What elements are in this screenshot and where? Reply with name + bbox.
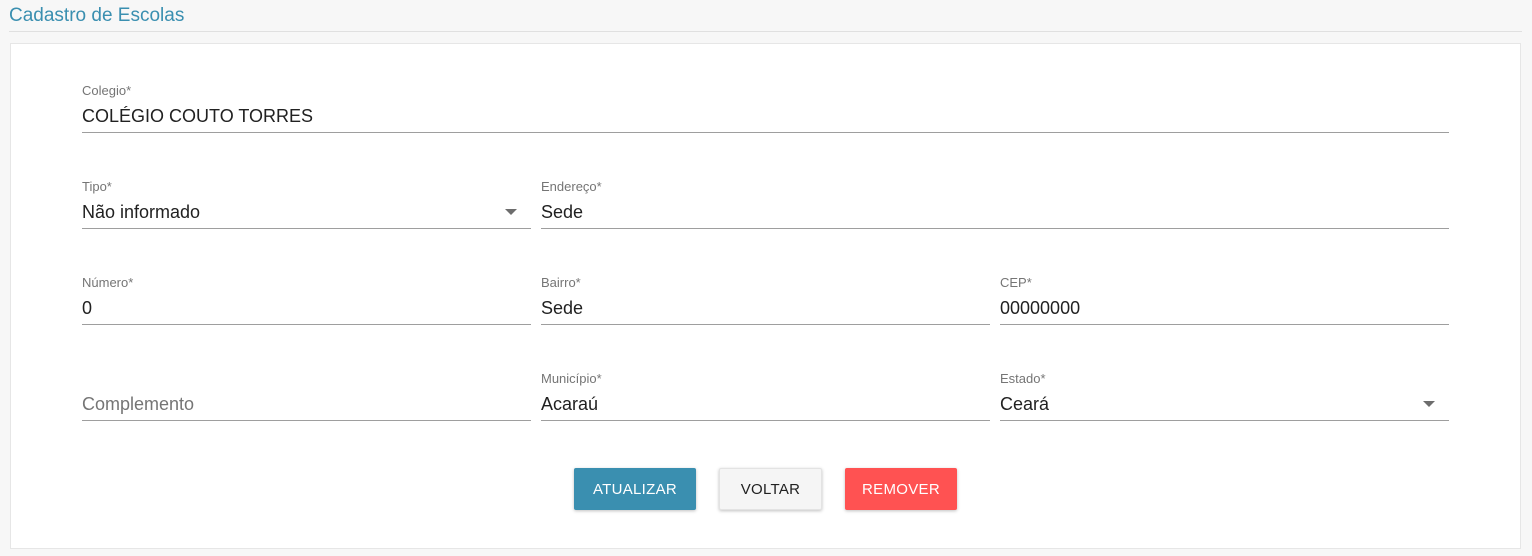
numero-label: Número* [82, 275, 134, 290]
estado-select[interactable]: Estado* Ceará [1000, 371, 1449, 421]
bairro-field[interactable]: Bairro* Sede [541, 275, 990, 325]
tipo-underline [82, 228, 531, 229]
municipio-field[interactable]: Município* Acaraú [541, 371, 990, 421]
complemento-field[interactable]: Complemento [82, 371, 531, 421]
bairro-underline [541, 324, 990, 325]
numero-field[interactable]: Número* 0 [82, 275, 531, 325]
bairro-input[interactable]: Sede [541, 296, 583, 320]
numero-underline [82, 324, 531, 325]
municipio-input[interactable]: Acaraú [541, 392, 598, 416]
numero-input[interactable]: 0 [82, 296, 92, 320]
endereco-field[interactable]: Endereço* Sede [541, 179, 1449, 229]
estado-value[interactable]: Ceará [1000, 392, 1049, 416]
cep-underline [1000, 324, 1449, 325]
cep-label: CEP* [1000, 275, 1032, 290]
colegio-field[interactable]: Colegio* COLÉGIO COUTO TORRES [82, 83, 1449, 133]
back-button[interactable]: VOLTAR [719, 468, 822, 510]
endereco-underline [541, 228, 1449, 229]
municipio-label: Município* [541, 371, 602, 386]
tipo-label: Tipo* [82, 179, 112, 194]
cep-input[interactable]: 00000000 [1000, 296, 1080, 320]
complemento-input[interactable]: Complemento [82, 392, 194, 416]
tipo-select[interactable]: Tipo* Não informado [82, 179, 531, 229]
bairro-label: Bairro* [541, 275, 581, 290]
dropdown-arrow-icon[interactable] [505, 209, 517, 215]
complemento-underline [82, 420, 531, 421]
title-divider [9, 31, 1522, 32]
colegio-underline [82, 132, 1449, 133]
colegio-input[interactable]: COLÉGIO COUTO TORRES [82, 104, 313, 128]
remove-button[interactable]: REMOVER [845, 468, 957, 510]
dropdown-arrow-icon[interactable] [1423, 401, 1435, 407]
municipio-underline [541, 420, 990, 421]
estado-underline [1000, 420, 1449, 421]
tipo-value[interactable]: Não informado [82, 200, 200, 224]
cep-field[interactable]: CEP* 00000000 [1000, 275, 1449, 325]
endereco-input[interactable]: Sede [541, 200, 583, 224]
page-title: Cadastro de Escolas [9, 5, 185, 26]
update-button[interactable]: ATUALIZAR [574, 468, 696, 510]
estado-label: Estado* [1000, 371, 1046, 386]
endereco-label: Endereço* [541, 179, 602, 194]
colegio-label: Colegio* [82, 83, 132, 98]
